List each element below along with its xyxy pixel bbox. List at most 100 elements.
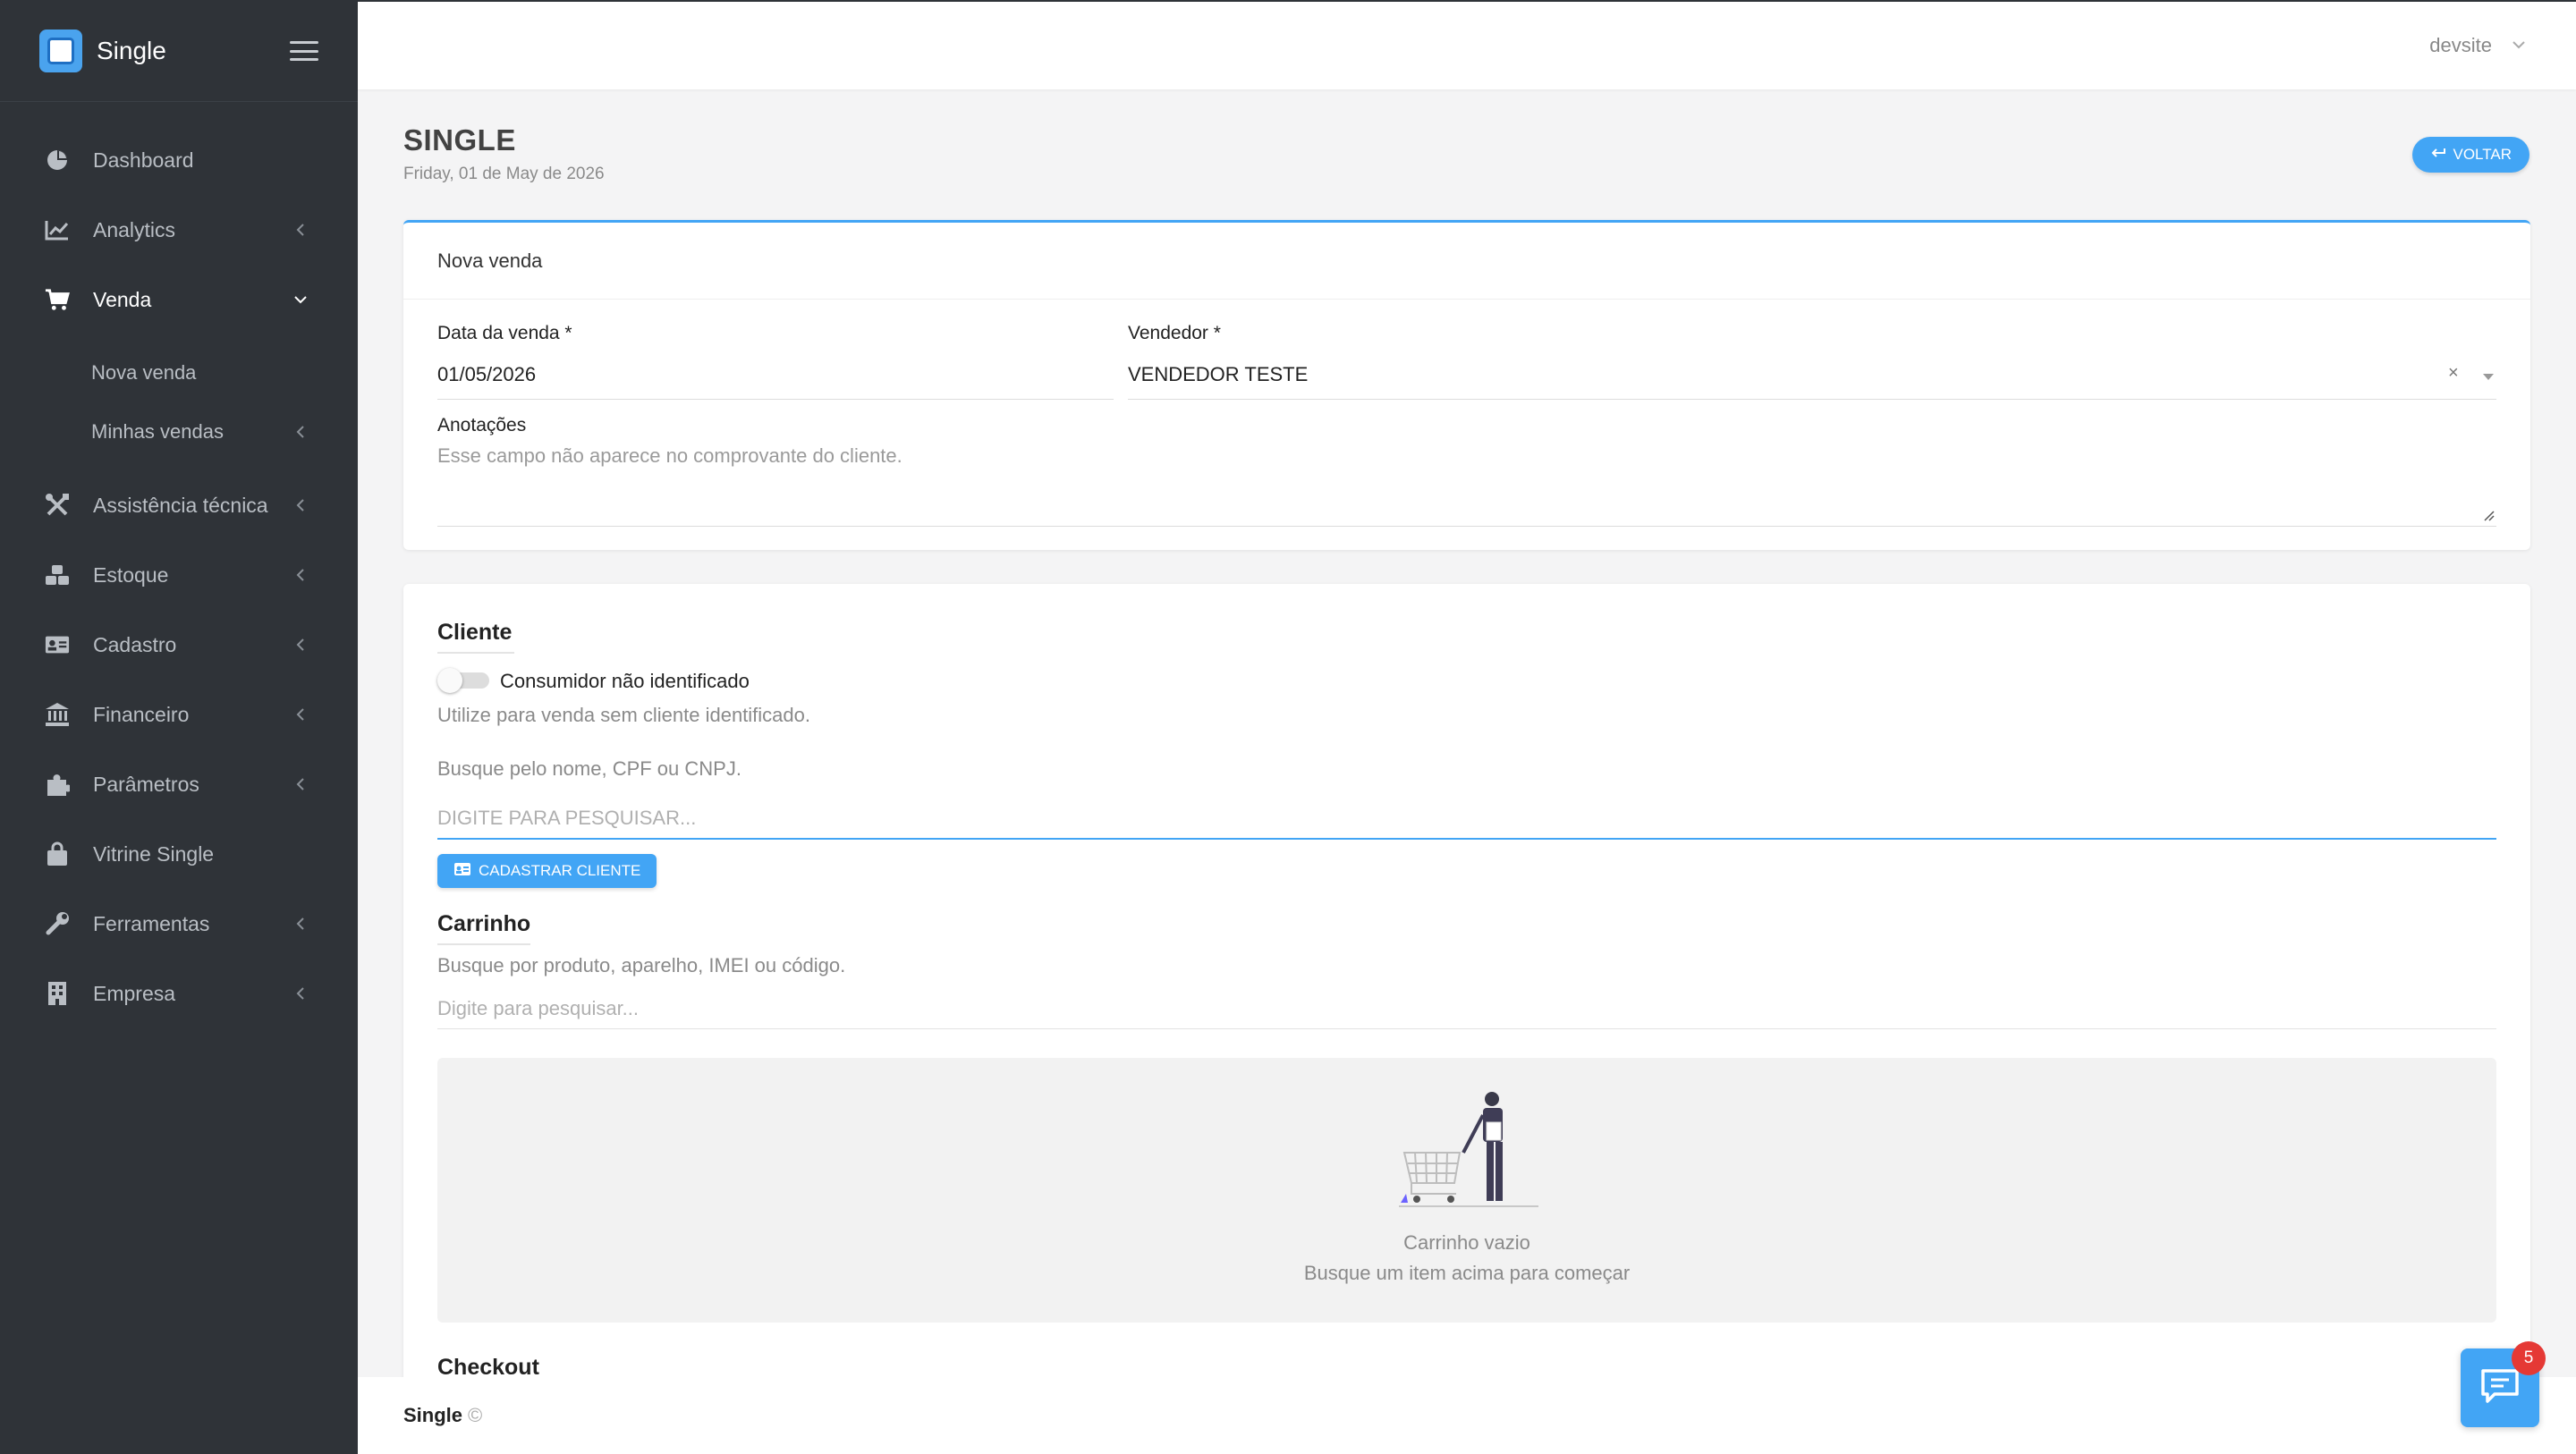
sidebar-subitem-minhas-vendas[interactable]: Minhas vendas [0,402,358,461]
sidebar: Single Dashboard Analytics Venda Nova ve… [0,0,358,1454]
notification-badge: 5 [2512,1341,2546,1375]
sale-date-label: Data da venda * [437,323,572,343]
footer-copyright: © [468,1404,483,1426]
client-section-title: Cliente [437,620,513,645]
back-button[interactable]: VOLTAR [2411,137,2529,173]
sidebar-item-assistencia-tecnica[interactable]: Assistência técnica [0,470,358,540]
sidebar-item-label: Analytics [93,217,176,241]
sidebar-item-venda[interactable]: Venda [0,265,358,334]
resize-grip-icon[interactable] [2481,508,2496,522]
cart-section-title: Carrinho [437,911,531,936]
sidebar-item-label: Cadastro [93,632,177,656]
tools-icon [45,493,70,518]
chevron-left-icon [290,421,311,443]
wrench-icon [45,911,70,936]
sidebar-item-vitrine-single[interactable]: Vitrine Single [0,819,358,889]
notes-label: Anotações [437,415,527,435]
chevron-left-icon [290,495,311,516]
caret-down-icon[interactable] [2483,374,2494,380]
brand-header: Single [0,0,358,102]
sale-date-field[interactable]: 01/05/2026 [437,363,536,386]
cart-icon [45,287,70,312]
cart-title-underline [437,943,530,945]
sidebar-subitem-label: Nova venda [91,361,197,384]
footer-brand: Single [403,1404,463,1426]
boxes-icon [45,562,70,588]
id-card-icon [453,862,471,881]
sidebar-item-cadastro[interactable]: Cadastro [0,610,358,680]
chevron-down-icon [290,289,311,310]
empty-cart-title: Carrinho vazio [1403,1231,1530,1254]
sidebar-item-empresa[interactable]: Empresa [0,959,358,1028]
sidebar-item-label: Estoque [93,562,169,587]
sidebar-subitem-nova-venda[interactable]: Nova venda [0,343,358,402]
sidebar-item-label: Parâmetros [93,772,199,796]
page-date: Friday, 01 de May de 2026 [403,165,605,183]
building-icon [45,981,70,1006]
sidebar-item-label: Dashboard [93,148,194,172]
notes-textarea[interactable]: Esse campo não aparece no comprovante do… [437,444,902,468]
sidebar-item-estoque[interactable]: Estoque [0,540,358,610]
sidebar-item-financeiro[interactable]: Financeiro [0,680,358,749]
anonymous-consumer-hint: Utilize para venda sem cliente identific… [437,704,811,726]
shopping-bag-icon [45,841,70,866]
chevron-left-icon [290,564,311,586]
client-search-input[interactable] [437,799,2496,840]
anonymous-consumer-toggle[interactable] [437,668,489,693]
sidebar-item-ferramentas[interactable]: Ferramentas [0,889,358,959]
topbar: devsite [358,0,2576,89]
sidebar-item-label: Assistência técnica [93,493,268,517]
sale-card: Nova venda Data da venda * 01/05/2026 Ve… [403,220,2530,550]
sidebar-item-dashboard[interactable]: Dashboard [0,125,358,195]
sidebar-item-label: Empresa [93,981,176,1005]
register-client-label: CADASTRAR CLIENTE [479,862,641,879]
anonymous-consumer-label: Consumidor não identificado [500,670,750,692]
chevron-left-icon [290,219,311,241]
back-button-label: VOLTAR [2453,146,2512,163]
sidebar-subitem-label: Minhas vendas [91,420,224,443]
sale-date-underline [437,399,1114,400]
chevron-left-icon [290,704,311,725]
empty-cart-panel: Carrinho vazio Busque um item acima para… [437,1058,2496,1323]
footer: Single © [358,1377,2576,1454]
sidebar-item-label: Financeiro [93,702,190,726]
client-search-hint: Busque pelo nome, CPF ou CNPJ. [437,757,741,780]
chevron-left-icon [290,983,311,1004]
chat-icon [2480,1368,2520,1408]
toggle-knob [437,668,462,693]
chevron-down-icon [2512,38,2526,54]
cart-search-input[interactable] [437,988,2496,1029]
user-menu[interactable]: devsite [2429,34,2526,57]
notes-underline [437,526,2496,527]
seller-select[interactable]: VENDEDOR TESTE [1128,363,1308,386]
brand-logo-icon[interactable] [39,29,82,72]
pie-chart-icon [45,148,70,173]
client-title-underline [437,652,514,654]
clear-selection-icon[interactable]: × [2448,363,2459,384]
brand-name[interactable]: Single [97,37,166,65]
empty-cart-subtitle: Busque um item acima para começar [1303,1262,1631,1284]
seller-underline [1128,399,2496,400]
id-card-icon [45,632,70,657]
hamburger-menu-icon[interactable] [290,41,318,61]
chevron-left-icon [290,913,311,934]
return-arrow-icon [2430,146,2446,164]
register-client-button[interactable]: CADASTRAR CLIENTE [437,854,657,888]
sale-card-title: Nova venda [403,223,2530,300]
sidebar-item-label: Ferramentas [93,911,210,935]
sidebar-item-analytics[interactable]: Analytics [0,195,358,265]
bank-icon [45,702,70,727]
page-title: SINGLE [403,123,516,156]
seller-label: Vendedor * [1128,323,1221,343]
sidebar-nav: Dashboard Analytics Venda Nova venda Min… [0,102,358,1028]
sidebar-item-label: Vitrine Single [93,841,215,866]
chevron-left-icon [290,634,311,655]
cart-search-hint: Busque por produto, aparelho, IMEI ou có… [437,954,846,976]
sidebar-item-parametros[interactable]: Parâmetros [0,749,358,819]
line-chart-icon [45,217,70,242]
puzzle-icon [45,772,70,797]
empty-cart-illustration [1397,1088,1540,1210]
chevron-left-icon [290,773,311,795]
sidebar-item-label: Venda [93,287,152,311]
client-cart-card: Cliente Consumidor não identificado Util… [403,584,2530,1454]
